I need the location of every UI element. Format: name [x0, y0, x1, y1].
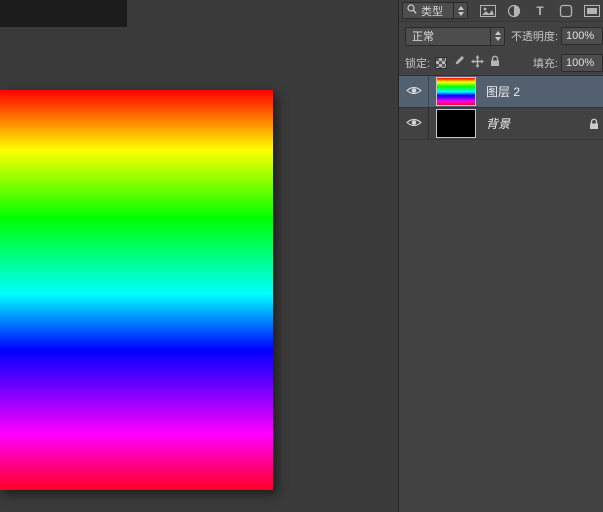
lock-paint-brush-icon[interactable]: [453, 55, 465, 70]
layer-filter-row: 类型 T: [399, 0, 603, 22]
opacity-label: 不透明度:: [511, 28, 558, 44]
blend-opacity-row: 正常 不透明度: 100%: [399, 22, 603, 50]
fill-field[interactable]: 100%: [561, 54, 603, 72]
layers-panel: 类型 T 正常: [398, 0, 603, 512]
pixel-layer-filter-icon[interactable]: [480, 3, 496, 19]
lock-fill-row: 锁定: 填充: 100%: [399, 50, 603, 76]
filter-type-label: 类型: [421, 3, 449, 19]
adjustment-layer-filter-icon[interactable]: [506, 3, 522, 19]
document-tab-strip: [0, 0, 127, 27]
filter-icon-group: T: [480, 3, 600, 19]
opacity-field[interactable]: 100%: [561, 27, 603, 45]
smart-object-filter-icon[interactable]: [584, 3, 600, 19]
rainbow-gradient-document[interactable]: [0, 90, 273, 490]
visibility-toggle[interactable]: [399, 76, 429, 107]
photoshop-workspace: 类型 T 正常: [0, 0, 603, 512]
eye-icon: [406, 85, 422, 99]
chevron-updown-icon: [453, 3, 467, 18]
lock-all-icon[interactable]: [490, 55, 500, 70]
layer-thumbnail-black[interactable]: [436, 109, 476, 138]
eye-icon: [406, 117, 422, 131]
layer-row-background[interactable]: 背景: [399, 108, 603, 140]
layer-row-layer2[interactable]: 图层 2: [399, 76, 603, 108]
blend-mode-dropdown[interactable]: 正常: [405, 27, 505, 46]
visibility-toggle[interactable]: [399, 108, 429, 139]
layer-name[interactable]: 背景: [486, 115, 510, 132]
lock-icon-group: [435, 55, 500, 71]
layer-thumbnail-rainbow[interactable]: [436, 77, 476, 106]
chevron-updown-icon: [490, 28, 504, 45]
fill-label: 填充:: [533, 55, 558, 71]
type-layer-filter-icon[interactable]: T: [532, 3, 548, 19]
lock-position-move-icon[interactable]: [471, 55, 484, 71]
lock-transparency-icon[interactable]: [435, 57, 447, 69]
blend-mode-value: 正常: [406, 28, 490, 44]
search-icon: [407, 4, 417, 17]
filter-type-dropdown[interactable]: 类型: [402, 2, 468, 19]
background-lock-icon: [589, 118, 599, 130]
lock-label: 锁定:: [405, 55, 430, 71]
shape-layer-filter-icon[interactable]: [558, 3, 574, 19]
layer-name[interactable]: 图层 2: [486, 83, 520, 100]
